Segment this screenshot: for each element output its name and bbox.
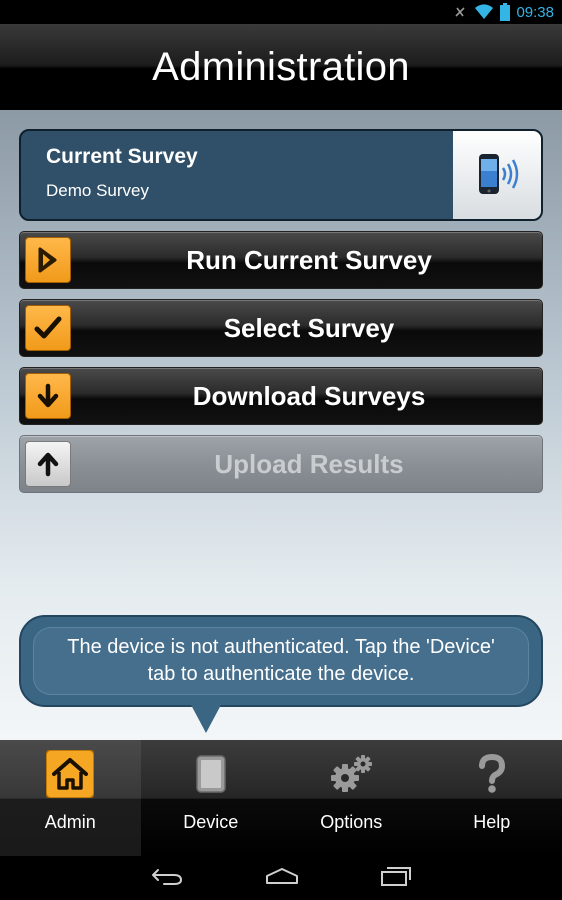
arrow-up-icon [25, 441, 71, 487]
title-bar: Administration [0, 24, 562, 110]
tab-bar: Admin Device Options Help [0, 740, 562, 856]
system-nav-bar [0, 856, 562, 900]
gears-icon [327, 750, 375, 798]
current-survey-name: Demo Survey [46, 181, 149, 200]
select-survey-button[interactable]: Select Survey [19, 299, 543, 357]
wifi-icon [474, 4, 494, 20]
play-icon [25, 237, 71, 283]
tablet-icon [187, 750, 235, 798]
home-nav-icon[interactable] [264, 866, 300, 890]
current-survey-heading: Current Survey [46, 145, 198, 168]
page-title: Administration [152, 44, 410, 89]
notice-text: The device is not authenticated. Tap the… [33, 627, 529, 695]
question-icon [468, 750, 516, 798]
arrow-down-icon [25, 373, 71, 419]
checkmark-icon [25, 305, 71, 351]
upload-results-label: Upload Results [214, 449, 404, 479]
battery-icon [500, 3, 511, 21]
recent-apps-icon[interactable] [380, 865, 412, 891]
main-content: Current Survey Demo Survey Run Current S… [0, 110, 562, 740]
home-icon [46, 750, 95, 798]
notice-bubble-tail [190, 703, 222, 733]
tab-admin-label: Admin [44, 812, 96, 832]
status-bar: 09:38 [0, 0, 562, 24]
phone-signal-icon [453, 131, 541, 219]
tab-admin[interactable]: Admin [0, 740, 141, 856]
tab-help-label: Help [473, 812, 511, 832]
status-time: 09:38 [516, 3, 554, 21]
run-current-survey-label: Run Current Survey [186, 245, 432, 275]
upload-results-button[interactable]: Upload Results [19, 435, 543, 493]
download-surveys-button[interactable]: Download Surveys [19, 367, 543, 425]
current-survey-panel[interactable]: Current Survey Demo Survey [19, 129, 543, 221]
tab-device[interactable]: Device [141, 740, 282, 856]
vibrate-icon [452, 4, 468, 20]
tab-options-label: Options [320, 812, 383, 832]
download-surveys-label: Download Surveys [192, 381, 426, 411]
tab-device-label: Device [183, 812, 239, 832]
run-current-survey-button[interactable]: Run Current Survey [19, 231, 543, 289]
back-icon[interactable] [150, 866, 184, 890]
select-survey-label: Select Survey [223, 313, 395, 343]
tab-options[interactable]: Options [281, 740, 422, 856]
tab-help[interactable]: Help [422, 740, 562, 856]
notice-bubble: The device is not authenticated. Tap the… [19, 615, 543, 707]
